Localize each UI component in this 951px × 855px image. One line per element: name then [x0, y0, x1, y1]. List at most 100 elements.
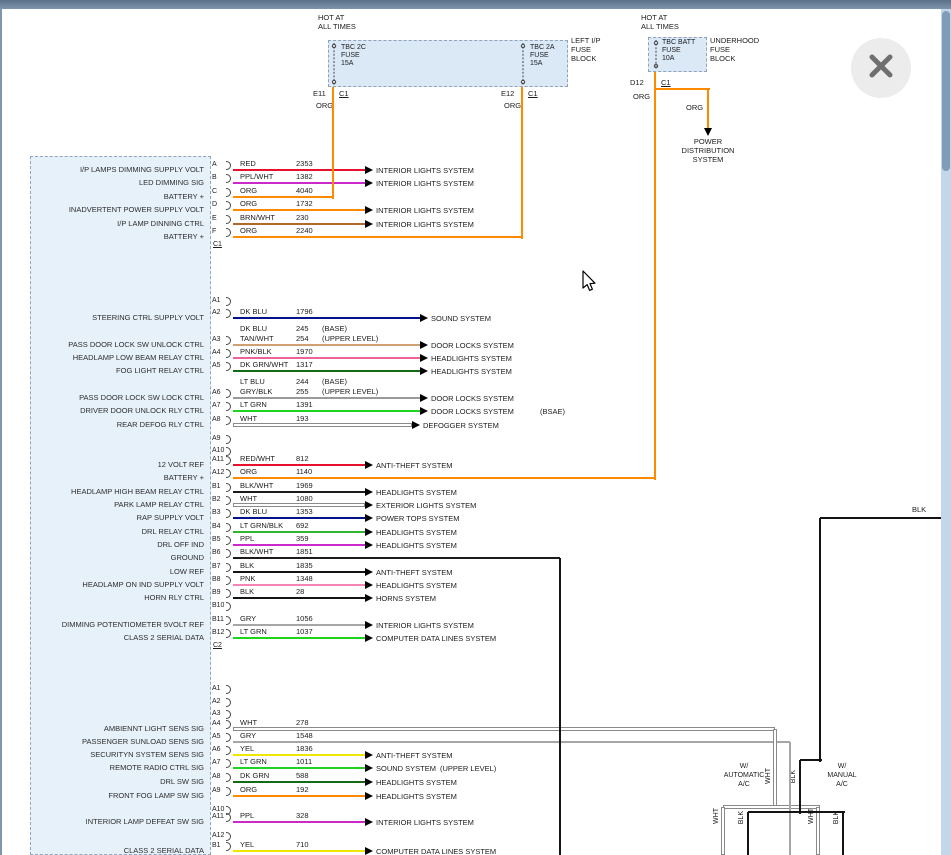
pin-A1: A1	[212, 684, 221, 693]
pin-bracket	[226, 201, 231, 210]
circuit-number: 1382	[296, 172, 313, 181]
wire-target: ANTI-THEFT SYSTEM	[376, 751, 453, 760]
wire-color-label: WHT	[240, 718, 257, 727]
net-ambient-light-run	[723, 805, 820, 809]
wire-color-label: GRY	[240, 614, 256, 623]
circuit-number: 1317	[296, 360, 313, 369]
connector-label-C2: C2	[213, 641, 222, 650]
pin-A10: A10	[212, 446, 224, 455]
wire-target: SOUND SYSTEM	[376, 764, 436, 773]
ac-variant-label: W/	[812, 763, 872, 771]
signal-label: HORN RLY CTRL	[32, 593, 204, 602]
wire-color-label: BLK	[240, 587, 254, 596]
signal-label: CLASS 2 SERIAL DATA	[32, 633, 204, 642]
pin-bracket	[226, 746, 231, 755]
wire-arrow	[365, 220, 373, 228]
signal-label: PASS DOOR LOCK SW UNLOCK CTRL	[32, 340, 204, 349]
circuit-number: 4040	[296, 186, 313, 195]
pin-bracket	[226, 576, 231, 585]
circuit-number: 254	[296, 334, 309, 343]
pin-bracket	[226, 710, 231, 719]
net-ground-run	[559, 558, 561, 855]
wire-color-label: ORG	[240, 226, 257, 235]
wire-arrow	[365, 541, 373, 549]
fuse-label: FUSE	[341, 52, 360, 60]
vertical-scrollbar[interactable]	[941, 9, 951, 855]
wire-arrow	[420, 354, 428, 362]
wire-color-label: PPL	[240, 534, 254, 543]
wire-arrow	[365, 751, 373, 759]
pin-C: C	[212, 187, 217, 196]
wire-color-label: GRY	[240, 731, 256, 740]
pin-bracket	[226, 496, 231, 505]
hot-at-label: ALL TIMES	[641, 22, 679, 31]
pin-bracket	[226, 161, 231, 170]
wire-arrow	[365, 501, 373, 509]
circuit-number: 1969	[296, 481, 313, 490]
wire-arrow	[365, 621, 373, 629]
circuit-number: 692	[296, 521, 309, 530]
signal-label: I/P LAMPS DIMMING SUPPLY VOLT	[32, 165, 204, 174]
pin-bracket	[226, 362, 231, 371]
net-blk-run	[819, 518, 821, 762]
pin-B4: B4	[212, 522, 221, 531]
fuse-rating: 15A	[341, 60, 353, 68]
wire-arrow	[365, 818, 373, 826]
pin-bracket	[226, 787, 231, 796]
close-button[interactable]	[851, 38, 911, 98]
wire-color-label: PPL/WHT	[240, 172, 273, 181]
wire-A3	[233, 344, 420, 346]
wire-A9	[233, 795, 365, 797]
circuit-number: 1548	[296, 731, 313, 740]
wire-color-label: ORG	[633, 92, 650, 101]
signal-label: HEADLAMP ON IND SUPPLY VOLT	[32, 580, 204, 589]
wire-arrow	[365, 594, 373, 602]
wire-color-label: ORG	[240, 186, 257, 195]
wire-color-label: ORG	[686, 103, 703, 112]
wire-arrow	[365, 166, 373, 174]
pin-A12: A12	[212, 468, 224, 477]
signal-label: DRL OFF IND	[32, 540, 204, 549]
fuse-icon	[329, 42, 339, 91]
circuit-number: 2240	[296, 226, 313, 235]
pin-bracket	[226, 174, 231, 183]
wire-color-label: YEL	[240, 840, 254, 849]
pin-A2: A2	[212, 697, 221, 706]
wire-color-label: TAN/WHT	[240, 334, 274, 343]
wire-color-label: PNK	[240, 574, 255, 583]
wire-target: INTERIOR LIGHTS SYSTEM	[376, 179, 474, 188]
wire-B3	[233, 517, 365, 519]
wire-A4	[233, 727, 775, 731]
scrollbar-thumb[interactable]	[942, 11, 950, 171]
wire-B	[233, 182, 365, 184]
fuse-block-name: UNDERHOOD	[710, 36, 759, 45]
wire-A	[233, 169, 365, 171]
wire-target-qualifier: (BSAE)	[540, 407, 565, 416]
pin-bracket	[226, 349, 231, 358]
wire-target: COMPUTER DATA LINES SYSTEM	[376, 634, 496, 643]
wire-arrow	[420, 367, 428, 375]
signal-label: FRONT FOG LAMP SW SIG	[32, 791, 204, 800]
wire-B6	[233, 557, 560, 559]
wire-A4	[233, 357, 420, 359]
pin-bracket	[226, 336, 231, 345]
circuit-number: 1140	[296, 467, 312, 476]
pin-A6: A6	[212, 388, 221, 397]
wire-label-vertical: WHT	[764, 768, 773, 784]
hot-at-label: HOT AT	[641, 13, 667, 22]
wire-color-label: LT GRN	[240, 627, 267, 636]
net-blk-run	[800, 759, 822, 761]
ac-variant-label: A/C	[812, 781, 872, 789]
pin-A7: A7	[212, 758, 221, 767]
close-icon	[868, 53, 894, 84]
pin-B5: B5	[212, 535, 221, 544]
wire-arrow	[365, 528, 373, 536]
pin-A3: A3	[212, 709, 221, 718]
pin-bracket	[226, 483, 231, 492]
signal-label: I/P LAMP DINNING CTRL	[32, 219, 204, 228]
wire-target: HEADLIGHTS SYSTEM	[376, 488, 457, 497]
wire-color-label: PPL	[240, 811, 254, 820]
pin-bracket	[226, 616, 231, 625]
tap-pin-label: E11	[313, 89, 326, 98]
pin-A5: A5	[212, 732, 221, 741]
